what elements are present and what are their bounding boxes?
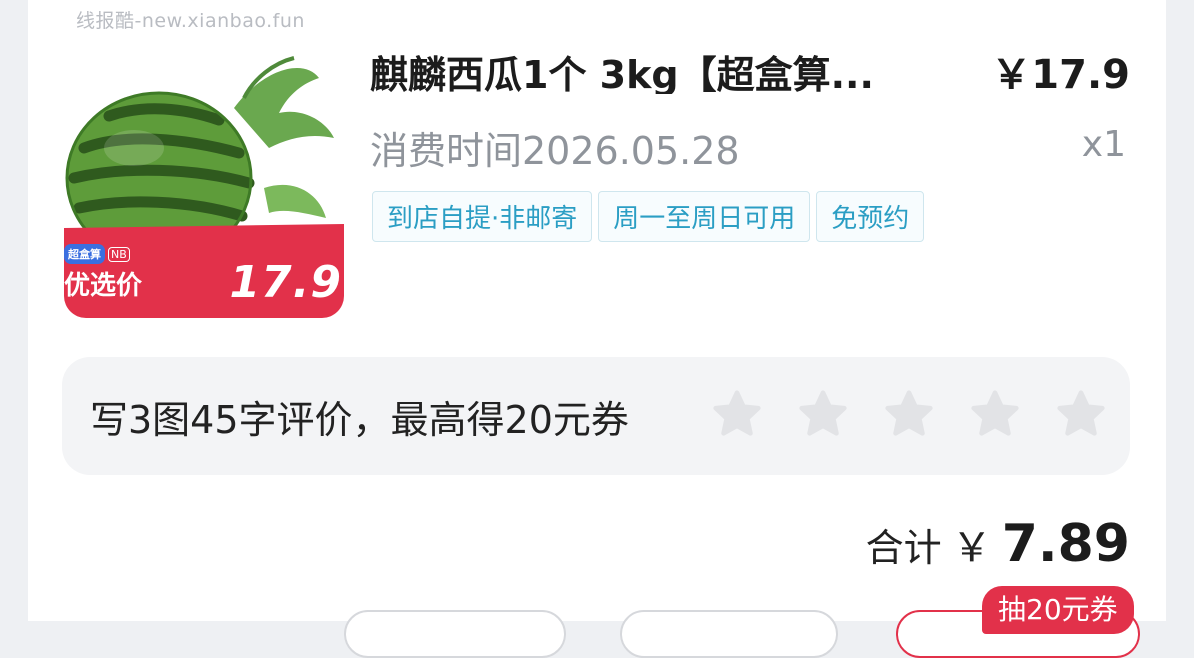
total-label: 合计 [865, 526, 942, 570]
star-2-icon[interactable] [796, 387, 850, 441]
promo-brand-name: 超盒算 [64, 244, 105, 264]
star-5-icon[interactable] [1054, 387, 1108, 441]
promo-brand: 超盒算 NB [64, 244, 130, 264]
review-prompt-panel[interactable]: 写3图45字评价，最高得20元券 [62, 357, 1130, 475]
product-price: ￥17.9 [991, 52, 1130, 98]
promo-price: 17.9 [229, 257, 342, 308]
tag-no-reservation: 免预约 [816, 191, 925, 242]
product-tags: 到店自提·非邮寄 周一至周日可用 免预约 [372, 191, 925, 242]
order-total: 合计 ￥ 7.89 [866, 514, 1130, 574]
rating-stars [710, 387, 1108, 441]
star-1-icon[interactable] [710, 387, 764, 441]
coupon-badge[interactable]: 抽20元券 [982, 586, 1134, 634]
promo-label: 优选价 [64, 271, 143, 301]
star-4-icon[interactable] [968, 387, 1022, 441]
star-3-icon[interactable] [882, 387, 936, 441]
watermark-text: 线报酷-new.xianbao.fun [76, 10, 305, 32]
product-title[interactable]: 麒麟西瓜1个 3kg【超盒算... [370, 44, 930, 94]
action-button-1[interactable] [344, 610, 566, 658]
product-image[interactable]: 超盒算 NB 优选价 17.9 [64, 38, 344, 318]
tag-availability: 周一至周日可用 [598, 191, 811, 242]
promo-brand-badge: NB [108, 246, 130, 262]
tag-pickup: 到店自提·非邮寄 [372, 191, 593, 242]
total-amount: 7.89 [1001, 514, 1130, 574]
consume-time: 消费时间2026.05.28 [370, 129, 740, 173]
action-button-2[interactable] [620, 610, 838, 658]
review-prompt-text: 写3图45字评价，最高得20元券 [90, 398, 629, 442]
total-currency: ￥ [951, 525, 992, 571]
product-quantity: x1 [1081, 124, 1126, 165]
